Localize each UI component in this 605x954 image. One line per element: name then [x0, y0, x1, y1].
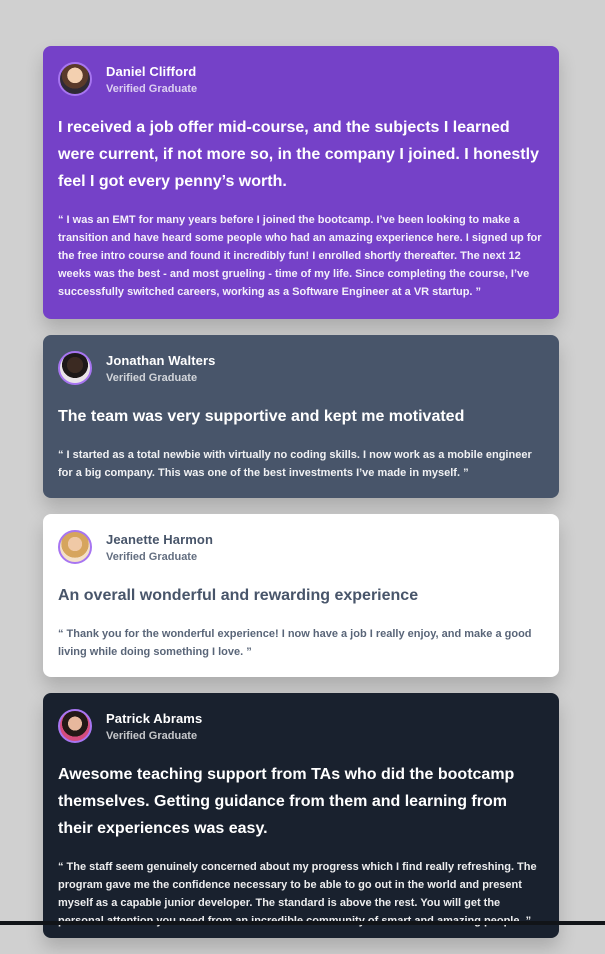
avatar: [58, 62, 92, 96]
testimonial-headline: Awesome teaching support from TAs who di…: [58, 766, 515, 837]
author-meta: Daniel Clifford Verified Graduate: [106, 64, 197, 95]
author-role: Verified Graduate: [106, 82, 198, 95]
testimonial-header: Jonathan Walters Verified Graduate: [58, 351, 544, 385]
author-name: Jeanette Harmon: [106, 531, 213, 547]
testimonial-quote: “ The staff seem genuinely concerned abo…: [58, 861, 537, 927]
testimonial-header: Jeanette Harmon Verified Graduate: [58, 530, 544, 564]
testimonial-headline: I received a job offer mid-course, and t…: [58, 119, 539, 190]
viewport-bottom-edge: [0, 921, 605, 925]
testimonial-card: Jeanette Harmon Verified Graduate An ove…: [43, 514, 559, 677]
author-role: Verified Graduate: [106, 371, 198, 384]
author-role: Verified Graduate: [106, 550, 198, 563]
author-meta: Jeanette Harmon Verified Graduate: [106, 532, 213, 563]
author-name: Jonathan Walters: [106, 352, 216, 368]
author-name: Patrick Abrams: [106, 710, 203, 726]
testimonial-card: Daniel Clifford Verified Graduate I rece…: [43, 46, 559, 319]
testimonial-header: Daniel Clifford Verified Graduate: [58, 62, 544, 96]
testimonial-quote: “ I started as a total newbie with virtu…: [58, 449, 532, 479]
avatar: [58, 709, 92, 743]
testimonial-headline: The team was very supportive and kept me…: [58, 408, 465, 425]
testimonial-header: Patrick Abrams Verified Graduate: [58, 709, 544, 743]
testimonial-headline: An overall wonderful and rewarding exper…: [58, 587, 419, 604]
author-meta: Jonathan Walters Verified Graduate: [106, 353, 215, 384]
author-meta: Patrick Abrams Verified Graduate: [106, 711, 202, 742]
page: { "testimonials": [ { "name": "Daniel Cl…: [0, 0, 605, 938]
avatar: [58, 530, 92, 564]
testimonial-quote: “ Thank you for the wonderful experience…: [58, 628, 532, 658]
author-name: Daniel Clifford: [106, 63, 197, 79]
author-role: Verified Graduate: [106, 729, 198, 742]
testimonial-card: Jonathan Walters Verified Graduate The t…: [43, 335, 559, 498]
testimonial-card: Patrick Abrams Verified Graduate Awesome…: [43, 693, 559, 938]
avatar: [58, 351, 92, 385]
testimonial-quote: “ I was an EMT for many years before I j…: [58, 214, 542, 298]
testimonials-grid: Daniel Clifford Verified Graduate I rece…: [43, 46, 559, 954]
